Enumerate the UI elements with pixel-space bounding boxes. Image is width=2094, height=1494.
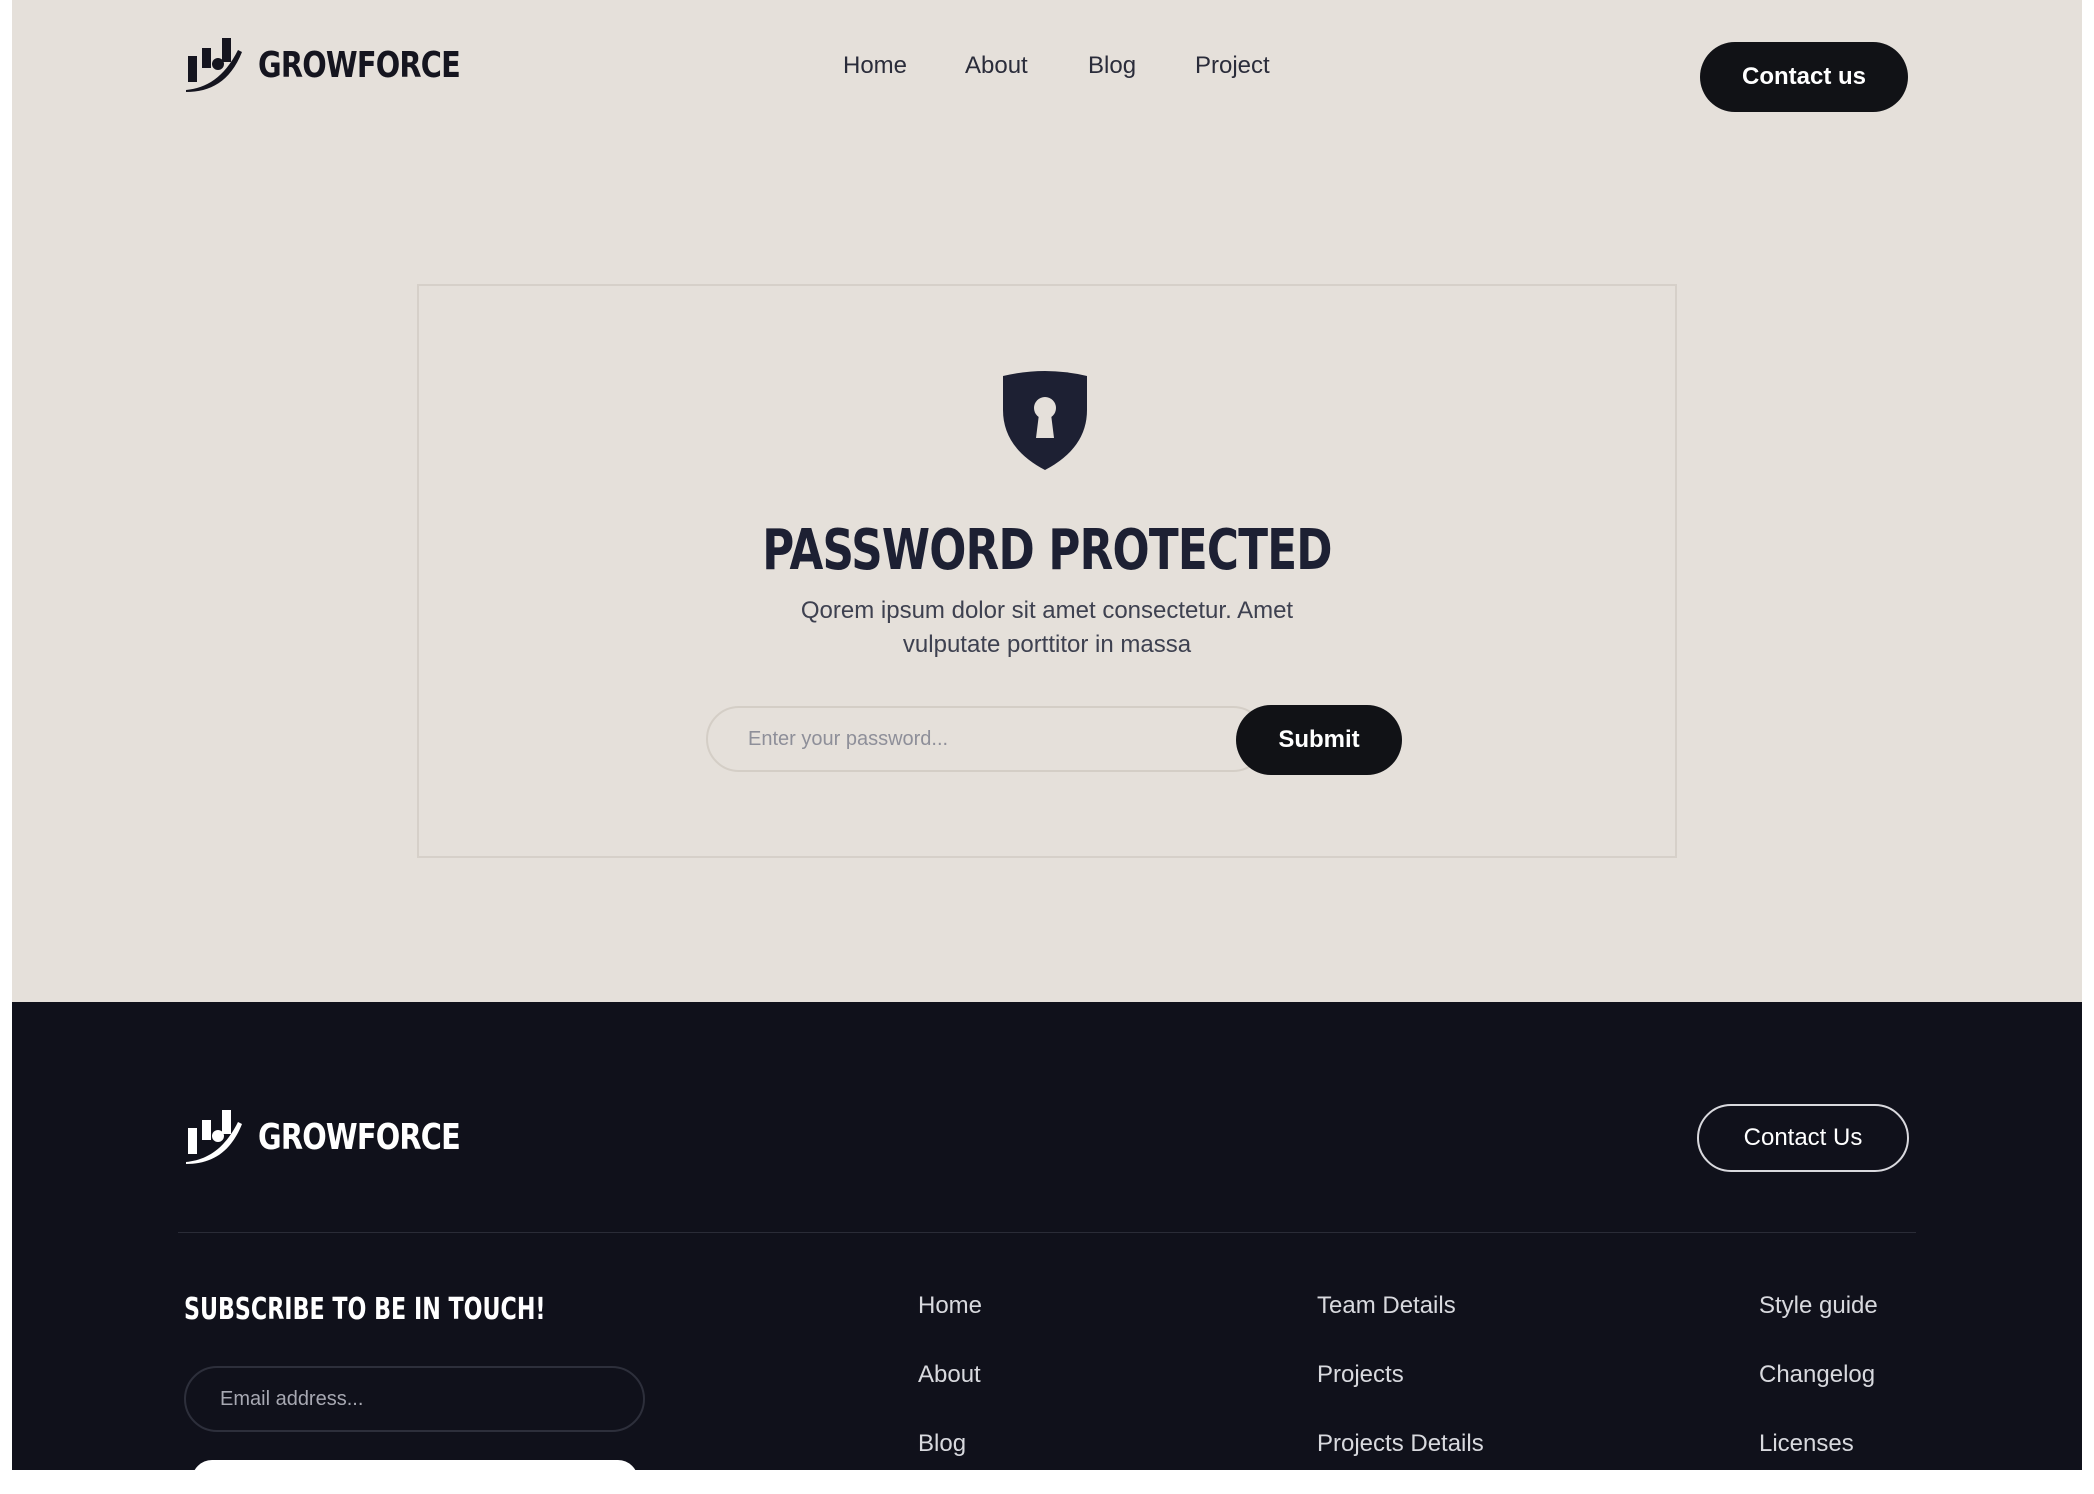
shield-keyhole-icon [1003,371,1087,470]
password-card: PASSWORD PROTECTED Qorem ipsum dolor sit… [417,284,1677,858]
footer-link-changelog[interactable]: Changelog [1759,1361,1875,1389]
page-title: PASSWORD PROTECTED [762,518,1332,583]
growforce-logo-icon [186,1110,242,1164]
footer-contact-button[interactable]: Contact Us [1697,1104,1909,1172]
page-frame: GROWFORCE Home About Blog Project Contac… [12,0,2082,1470]
footer-link-blog[interactable]: Blog [918,1430,966,1458]
contact-us-button[interactable]: Contact us [1700,42,1908,112]
footer-link-projects[interactable]: Projects [1317,1361,1404,1389]
nav-blog[interactable]: Blog [1088,52,1136,80]
footer-link-licenses[interactable]: Licenses [1759,1430,1854,1458]
email-input[interactable] [184,1366,645,1432]
nav-project[interactable]: Project [1195,52,1270,80]
main-section: GROWFORCE Home About Blog Project Contac… [12,0,2082,1002]
subscribe-button[interactable] [192,1460,638,1470]
nav-home[interactable]: Home [843,52,907,80]
footer-link-team-details[interactable]: Team Details [1317,1292,1456,1320]
footer-divider [178,1232,1916,1233]
footer: GROWFORCE Contact Us SUBSCRIBE TO BE IN … [12,1002,2082,1470]
subscribe-title: SUBSCRIBE TO BE IN TOUCH! [184,1292,546,1327]
footer-brand-name: GROWFORCE [258,1116,461,1158]
footer-logo[interactable]: GROWFORCE [184,1110,511,1164]
submit-button[interactable]: Submit [1236,705,1402,775]
footer-link-home[interactable]: Home [918,1292,982,1320]
page-description: Qorem ipsum dolor sit amet consectetur. … [800,597,1294,658]
footer-link-about[interactable]: About [918,1361,981,1389]
footer-link-style-guide[interactable]: Style guide [1759,1292,1878,1320]
nav-about[interactable]: About [965,52,1028,80]
password-input[interactable] [706,706,1266,772]
footer-link-projects-details[interactable]: Projects Details [1317,1430,1484,1458]
